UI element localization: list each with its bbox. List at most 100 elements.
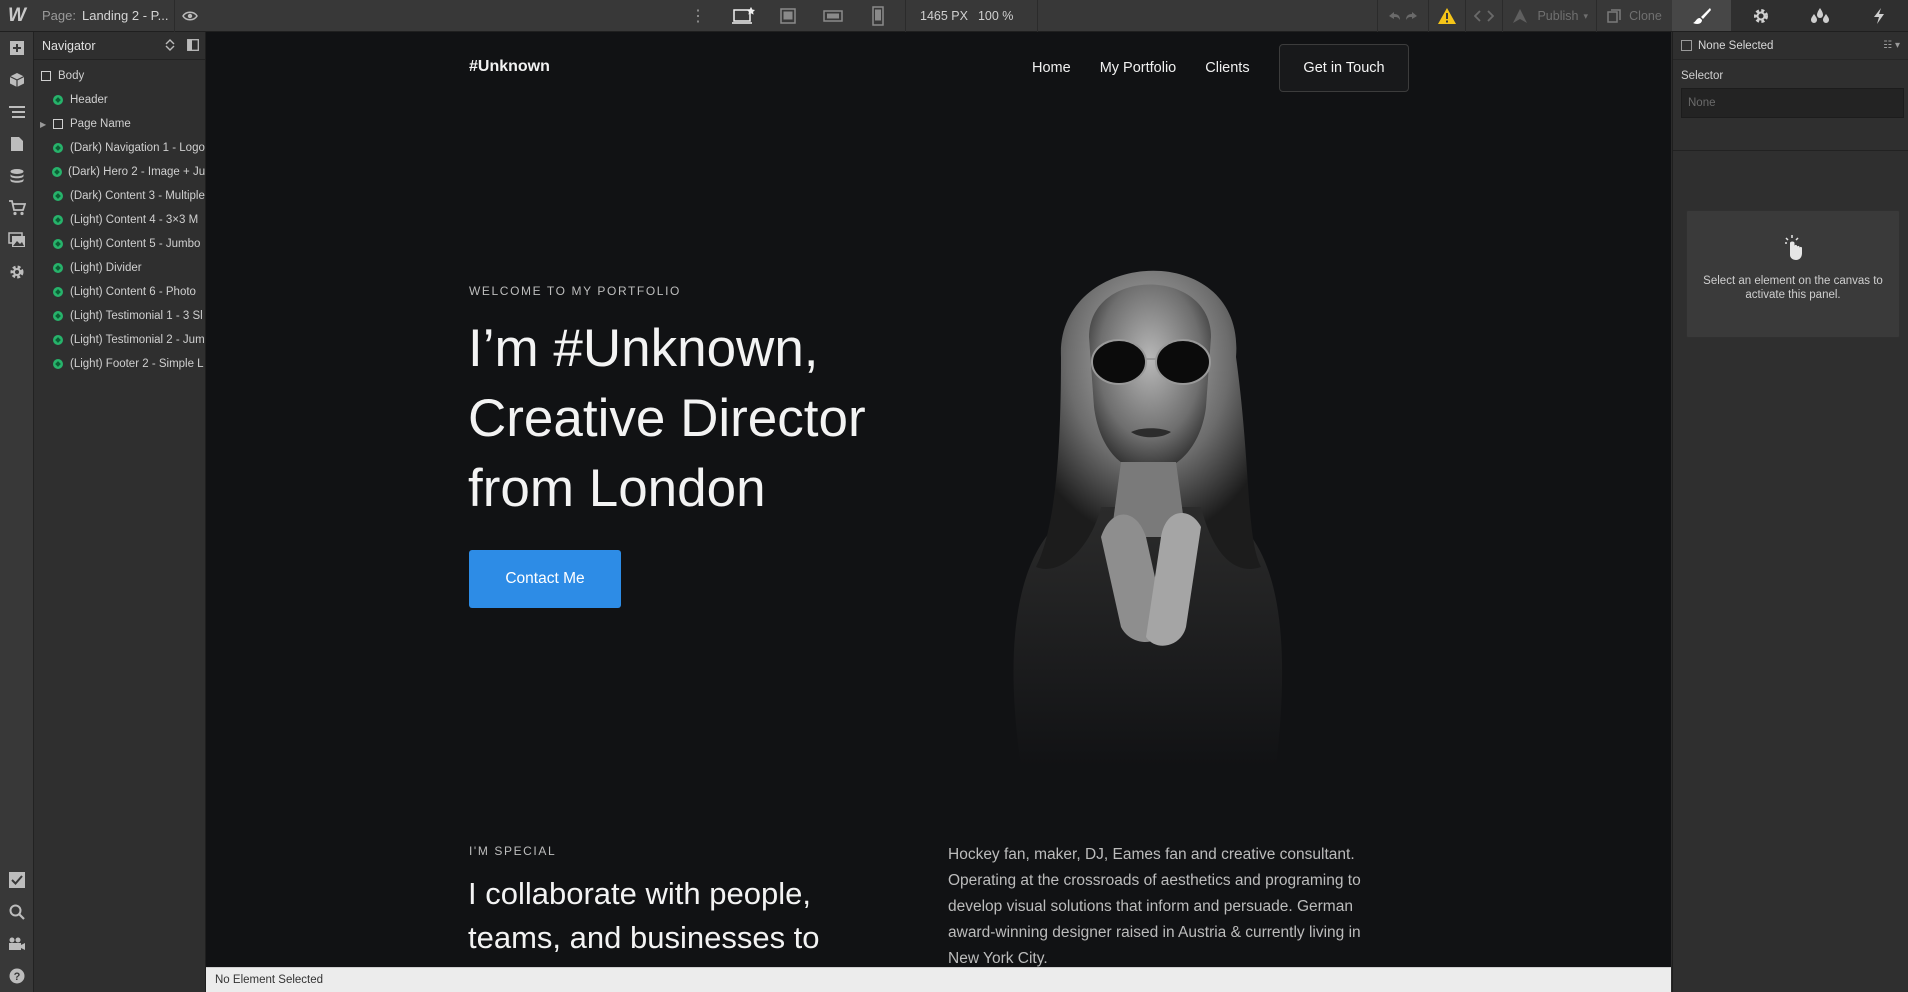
tree-node-label: (Light) Testimonial 2 - Jum (70, 334, 205, 346)
selector-input[interactable]: None (1681, 88, 1904, 118)
expand-collapse-icon[interactable] (165, 39, 175, 54)
get-in-touch-button[interactable]: Get in Touch (1279, 44, 1409, 92)
search-icon[interactable] (0, 896, 34, 928)
component-icon (52, 167, 62, 177)
project-settings-gear-icon[interactable] (0, 256, 34, 288)
component-icon (53, 191, 63, 201)
page-selector[interactable]: Page: Landing 2 - P... (34, 8, 174, 23)
cms-database-icon[interactable] (0, 160, 34, 192)
clone-button[interactable]: Clone (1596, 0, 1672, 32)
nav-link-clients[interactable]: Clients (1205, 60, 1249, 76)
style-brush-icon[interactable] (1672, 0, 1731, 31)
tree-node-label: (Dark) Hero 2 - Image + Ju (68, 166, 205, 178)
desktop-breakpoint-icon[interactable] (720, 0, 765, 32)
mobile-landscape-icon[interactable] (810, 0, 855, 32)
pin-panel-icon[interactable] (187, 39, 199, 54)
more-options-icon[interactable]: ⋮ (690, 6, 706, 26)
selection-checkbox[interactable] (1681, 40, 1692, 51)
navigator-panel: Navigator Body Header ▶ Page Name (Dark)… (34, 32, 206, 992)
tree-node-label: (Light) Content 5 - Jumbo (70, 238, 201, 250)
hero-portrait-image (1013, 270, 1283, 767)
pages-icon[interactable] (0, 128, 34, 160)
selector-label: Selector (1681, 70, 1724, 82)
clone-label: Clone (1629, 9, 1662, 23)
canvas-dimensions: 1465 PX 100 % (905, 0, 1039, 32)
component-icon (53, 95, 63, 105)
tree-node[interactable]: (Dark) Content 3 - Multiple (34, 184, 205, 208)
tree-node[interactable]: (Light) Divider (34, 256, 205, 280)
site-nav: Home My Portfolio Clients (1032, 60, 1250, 76)
nav-link-home[interactable]: Home (1032, 60, 1071, 76)
tree-node[interactable]: (Light) Testimonial 2 - Jum (34, 328, 205, 352)
tree-node-label: (Light) Content 4 - 3×3 M (70, 214, 199, 226)
navigator-header: Navigator (34, 32, 205, 60)
help-icon[interactable]: ? (0, 960, 34, 992)
chevron-down-icon: ▾ (1583, 10, 1588, 21)
component-icon (53, 311, 63, 321)
mobile-portrait-icon[interactable] (855, 0, 900, 32)
bio-paragraph: Hockey fan, maker, DJ, Eames fan and cre… (948, 846, 1361, 967)
interactions-bolt-icon[interactable] (1849, 0, 1908, 31)
tree-node[interactable]: (Light) Testimonial 1 - 3 Sl (34, 304, 205, 328)
tree-node-label: (Light) Footer 2 - Simple L (70, 358, 204, 370)
tree-node-label: Page Name (70, 118, 131, 130)
site-logo[interactable]: #Unknown (469, 58, 550, 76)
svg-text:?: ? (14, 971, 21, 983)
tree-node-label: Body (58, 70, 85, 82)
publish-button[interactable]: Publish ▾ (1502, 0, 1596, 32)
tablet-breakpoint-icon[interactable] (765, 0, 810, 32)
divider (1673, 150, 1908, 151)
video-tutorials-icon[interactable] (0, 928, 34, 960)
navigator-title: Navigator (42, 38, 96, 53)
component-icon (53, 359, 63, 369)
tree-node-header[interactable]: Header (34, 88, 205, 112)
code-icon[interactable] (1465, 0, 1502, 32)
component-icon (53, 287, 63, 297)
tree-node-label: (Light) Divider (70, 262, 142, 274)
tree-node[interactable]: (Dark) Hero 2 - Image + Ju (34, 160, 205, 184)
contact-me-button[interactable]: Contact Me (469, 550, 621, 608)
expand-caret-icon[interactable]: ▶ (40, 120, 50, 129)
rail-bottom: ? (0, 864, 34, 992)
component-icon (53, 239, 63, 249)
component-icon (53, 335, 63, 345)
page-label: Page: (42, 8, 76, 23)
tree-node-label: (Light) Content 6 - Photo (70, 286, 196, 298)
component-icon (53, 143, 63, 153)
tree-node-body[interactable]: Body (34, 64, 205, 88)
ecommerce-cart-icon[interactable] (0, 192, 34, 224)
symbols-cube-icon[interactable] (0, 64, 34, 96)
settings-gear-icon[interactable] (1731, 0, 1790, 31)
hint-text: Select an element on the canvas to activ… (1703, 275, 1883, 301)
top-toolbar: W Page: Landing 2 - P... ⋮ 1465 PX 100 % (0, 0, 1672, 32)
tree-node-page-name[interactable]: ▶ Page Name (34, 112, 205, 136)
navigator-icon[interactable] (0, 96, 34, 128)
tree-node[interactable]: (Dark) Navigation 1 - Logo (34, 136, 205, 160)
webflow-logo[interactable]: W (0, 0, 34, 32)
tree-node-label: (Dark) Content 3 - Multiple (70, 190, 205, 202)
tree-node[interactable]: (Light) Content 4 - 3×3 M (34, 208, 205, 232)
design-canvas[interactable]: #Unknown Home My Portfolio Clients Get i… (206, 32, 1671, 967)
nav-link-portfolio[interactable]: My Portfolio (1100, 60, 1177, 76)
assets-images-icon[interactable] (0, 224, 34, 256)
selection-row: None Selected ☷ ▾ (1673, 32, 1908, 60)
page-value: Landing 2 - P... (81, 8, 169, 23)
element-box-icon (41, 71, 51, 81)
right-toolbar: Publish ▾ Clone (1377, 0, 1672, 32)
undo-redo[interactable] (1377, 0, 1428, 32)
publish-label: Publish (1537, 9, 1579, 23)
preview-eye-icon[interactable] (174, 0, 204, 32)
empty-state-hint: Select an element on the canvas to activ… (1686, 210, 1900, 338)
audit-check-icon[interactable] (0, 864, 34, 896)
tree-node[interactable]: (Light) Footer 2 - Simple L (34, 352, 205, 376)
tree-node[interactable]: (Light) Content 6 - Photo (34, 280, 205, 304)
style-manager-drops-icon[interactable] (1790, 0, 1849, 31)
collaborate-heading: I collaborate with people, teams, and bu… (468, 876, 820, 955)
component-icon (53, 263, 63, 273)
selector-options-icon[interactable]: ☷ ▾ (1883, 40, 1900, 51)
pointer-hand-icon (1687, 233, 1899, 266)
add-panel-icon[interactable] (0, 32, 34, 64)
tree-node[interactable]: (Light) Content 5 - Jumbo (34, 232, 205, 256)
zoom-level[interactable]: 100 % (978, 9, 1013, 23)
warning-icon[interactable] (1428, 0, 1465, 32)
